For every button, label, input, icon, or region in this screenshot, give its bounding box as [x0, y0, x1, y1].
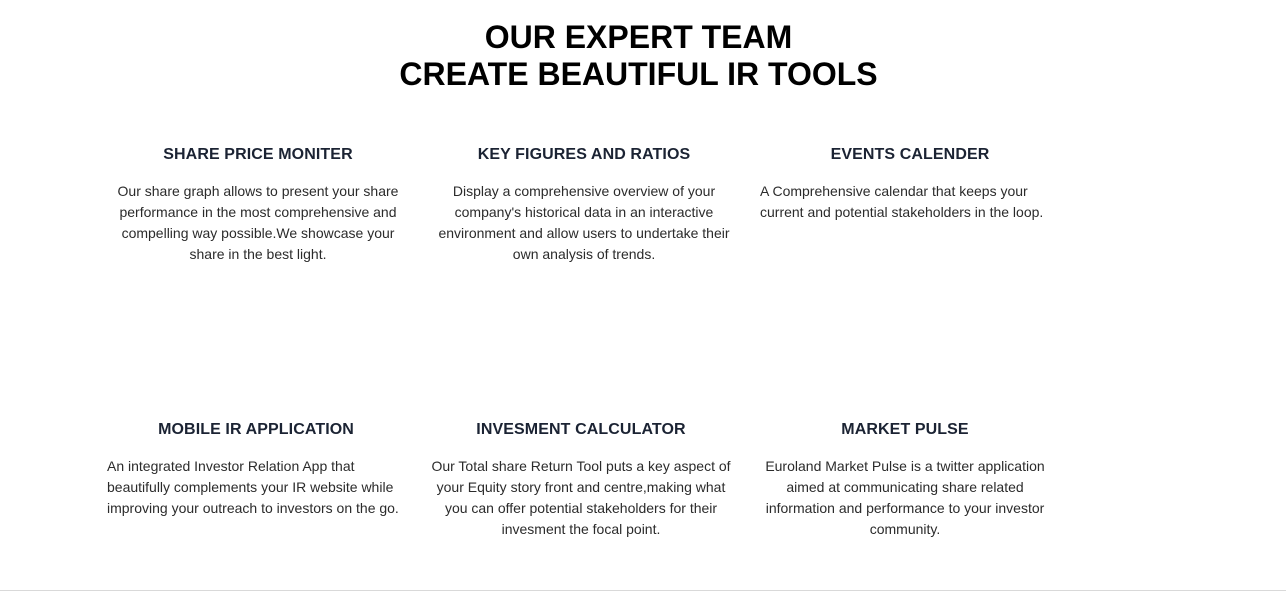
tool-card-mobile-ir-app: MOBILE IR APPLICATION An integrated Inve… [107, 420, 405, 519]
tool-description: Our share graph allows to present your s… [117, 183, 399, 262]
tool-card-investment-calculator: INVESMENT CALCULATOR Our Total share Ret… [428, 420, 734, 540]
tool-title: SHARE PRICE MONITER [163, 146, 353, 163]
tool-title: EVENTS CALENDER [830, 146, 990, 163]
tool-title: INVESMENT CALCULATOR [476, 421, 686, 438]
tool-card-key-figures: KEY FIGURES AND RATIOS Display a compreh… [434, 145, 734, 265]
bottom-divider [0, 590, 1286, 591]
tool-description: Our Total share Return Tool puts a key a… [431, 458, 731, 537]
tool-description: Display a comprehensive overview of your… [438, 183, 730, 262]
tool-card-market-pulse: MARKET PULSE Euroland Market Pulse is a … [760, 420, 1050, 540]
tool-title: MARKET PULSE [841, 421, 969, 438]
tool-description: A Comprehensive calendar that keeps your… [760, 183, 1044, 220]
tool-card-share-price-monitor: SHARE PRICE MONITER Our share graph allo… [113, 145, 403, 265]
heading-line-2: CREATE BEAUTIFUL IR TOOLS [399, 56, 878, 92]
tool-description: Euroland Market Pulse is a twitter appli… [765, 458, 1045, 537]
tool-card-events-calendar: EVENTS CALENDER A Comprehensive calendar… [760, 145, 1060, 223]
heading-line-1: OUR EXPERT TEAM [484, 19, 793, 55]
tool-description: An integrated Investor Relation App that… [107, 458, 399, 516]
section-heading: OUR EXPERT TEAM CREATE BEAUTIFUL IR TOOL… [0, 19, 1277, 93]
tool-title: MOBILE IR APPLICATION [158, 421, 354, 438]
tool-title: KEY FIGURES AND RATIOS [477, 146, 691, 163]
